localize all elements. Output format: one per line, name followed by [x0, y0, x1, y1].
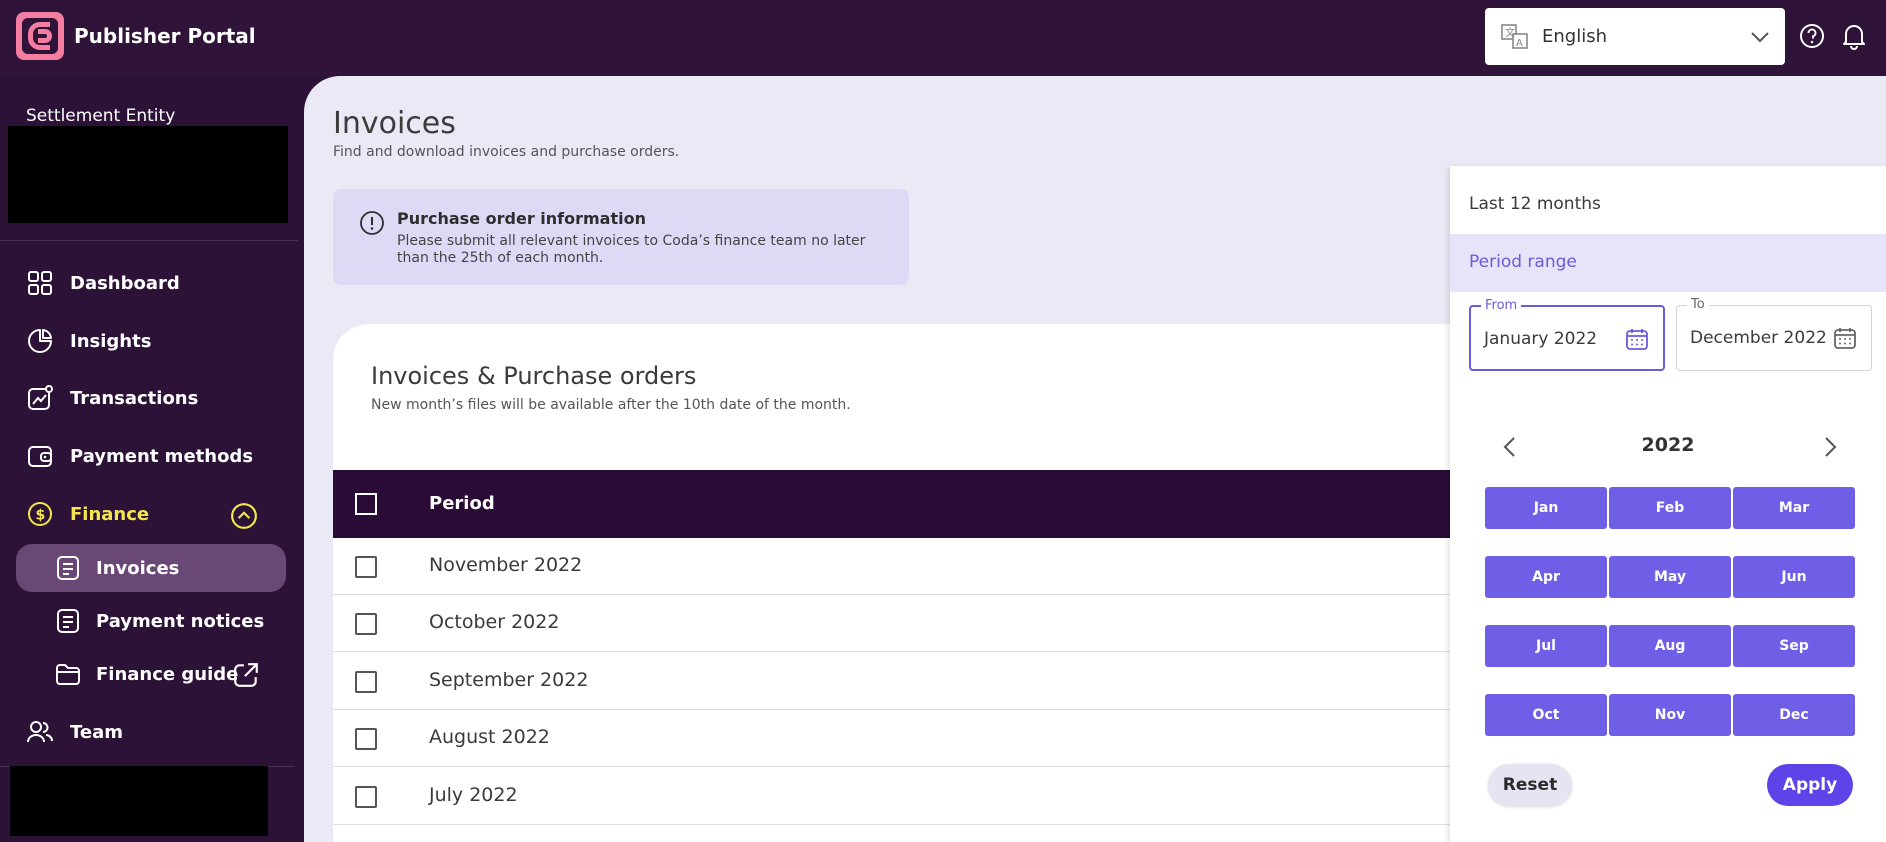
external-link-icon[interactable] — [232, 661, 260, 689]
chevron-down-icon — [1751, 32, 1769, 43]
sidebar-item-payment-methods[interactable]: Payment methods — [16, 432, 286, 480]
select-all-checkbox[interactable] — [355, 493, 377, 515]
sidebar-item-label: Finance guide — [96, 663, 239, 685]
row-period: September 2022 — [429, 669, 589, 691]
from-label: From — [1481, 298, 1522, 313]
wallet-icon — [28, 446, 52, 467]
page-subtitle: Find and download invoices and purchase … — [333, 144, 680, 160]
month-oct-button[interactable]: Oct — [1485, 694, 1607, 736]
sidebar-item-label: Team — [70, 721, 123, 743]
month-feb-button[interactable]: Feb — [1609, 487, 1731, 529]
chevron-left-icon[interactable] — [1499, 434, 1521, 460]
option-period-range[interactable]: Period range — [1450, 234, 1886, 292]
column-header-period[interactable]: Period — [429, 493, 495, 514]
sidebar-item-finance[interactable]: $ Finance — [16, 490, 286, 538]
sidebar-item-insights[interactable]: Insights — [16, 317, 286, 365]
date-range-panel: Last 12 months Period range From January… — [1450, 166, 1886, 842]
card-title: Invoices & Purchase orders — [371, 362, 697, 390]
month-mar-button[interactable]: Mar — [1733, 487, 1855, 529]
sidebar-item-label: Invoices — [96, 557, 180, 579]
month-jun-button[interactable]: Jun — [1733, 556, 1855, 598]
top-bar: Publisher Portal 文 A English — [0, 0, 1886, 76]
bell-icon[interactable] — [1840, 21, 1868, 51]
row-period: October 2022 — [429, 611, 560, 633]
to-value: December 2022 — [1690, 328, 1827, 348]
sidebar-item-invoices[interactable]: Invoices — [16, 544, 286, 592]
row-period: November 2022 — [429, 554, 583, 576]
folder-icon — [56, 664, 80, 685]
month-sep-button[interactable]: Sep — [1733, 625, 1855, 667]
settlement-entity-redacted[interactable] — [8, 126, 288, 223]
language-select[interactable]: 文 A English — [1485, 8, 1785, 65]
card-subtitle: New month’s files will be available afte… — [371, 397, 851, 413]
user-profile-redacted[interactable] — [10, 766, 268, 836]
sidebar-item-label: Transactions — [70, 387, 199, 409]
purchase-order-info-banner: Purchase order information Please submit… — [333, 189, 909, 285]
team-icon — [27, 721, 53, 743]
app-title: Publisher Portal — [74, 24, 256, 48]
translate-icon: 文 A — [1501, 24, 1528, 49]
month-nov-button[interactable]: Nov — [1609, 694, 1731, 736]
row-checkbox[interactable] — [355, 786, 377, 808]
sidebar-item-label: Dashboard — [70, 272, 180, 294]
month-aug-button[interactable]: Aug — [1609, 625, 1731, 667]
info-text: Please submit all relevant invoices to C… — [397, 233, 866, 266]
from-date-field[interactable]: From January 2022 — [1469, 298, 1665, 371]
svg-text:$: $ — [36, 508, 46, 524]
chevron-up-icon[interactable] — [230, 502, 258, 530]
option-last-12-months[interactable]: Last 12 months — [1450, 166, 1886, 224]
sidebar-divider — [0, 240, 298, 241]
to-date-field[interactable]: To December 2022 — [1676, 297, 1872, 371]
from-value: January 2022 — [1484, 329, 1598, 349]
row-checkbox[interactable] — [355, 556, 377, 578]
calendar-icon[interactable] — [1833, 326, 1857, 350]
help-icon[interactable] — [1798, 22, 1826, 50]
sidebar-item-payment-notices[interactable]: Payment notices — [16, 597, 286, 645]
sidebar-item-team[interactable]: Team — [16, 708, 286, 756]
alert-icon — [360, 211, 384, 235]
svg-text:A: A — [1516, 38, 1523, 49]
apply-button[interactable]: Apply — [1767, 764, 1853, 806]
app-logo[interactable] — [16, 12, 64, 60]
document-icon — [57, 556, 79, 580]
sidebar-item-label: Insights — [70, 330, 152, 352]
row-checkbox[interactable] — [355, 671, 377, 693]
sidebar-item-label: Payment methods — [70, 445, 254, 467]
dollar-icon: $ — [28, 502, 52, 526]
row-checkbox[interactable] — [355, 728, 377, 750]
info-title: Purchase order information — [397, 209, 646, 228]
language-label: English — [1542, 26, 1607, 47]
page-title: Invoices — [333, 106, 456, 141]
reset-button[interactable]: Reset — [1488, 764, 1572, 806]
month-apr-button[interactable]: Apr — [1485, 556, 1607, 598]
row-checkbox[interactable] — [355, 613, 377, 635]
sidebar: Settlement Entity Dashboard Insights Tra… — [0, 76, 304, 842]
sidebar-item-dashboard[interactable]: Dashboard — [16, 259, 286, 307]
sidebar-item-label: Finance — [70, 503, 150, 525]
to-label: To — [1687, 297, 1709, 312]
chevron-right-icon[interactable] — [1819, 434, 1841, 460]
month-dec-button[interactable]: Dec — [1733, 694, 1855, 736]
sidebar-item-finance-guide[interactable]: Finance guide — [16, 650, 286, 698]
sidebar-item-transactions[interactable]: Transactions — [16, 374, 286, 422]
row-period: July 2022 — [429, 784, 518, 806]
settlement-entity-label: Settlement Entity — [26, 106, 176, 126]
month-jan-button[interactable]: Jan — [1485, 487, 1607, 529]
sidebar-item-label: Payment notices — [96, 610, 265, 632]
calendar-icon[interactable] — [1625, 327, 1649, 351]
month-may-button[interactable]: May — [1609, 556, 1731, 598]
row-period: August 2022 — [429, 726, 550, 748]
pie-chart-icon — [28, 329, 52, 353]
document-icon — [57, 609, 79, 633]
svg-text:文: 文 — [1505, 26, 1515, 39]
month-jul-button[interactable]: Jul — [1485, 625, 1607, 667]
grid-icon — [28, 271, 52, 295]
trend-icon — [28, 385, 53, 410]
